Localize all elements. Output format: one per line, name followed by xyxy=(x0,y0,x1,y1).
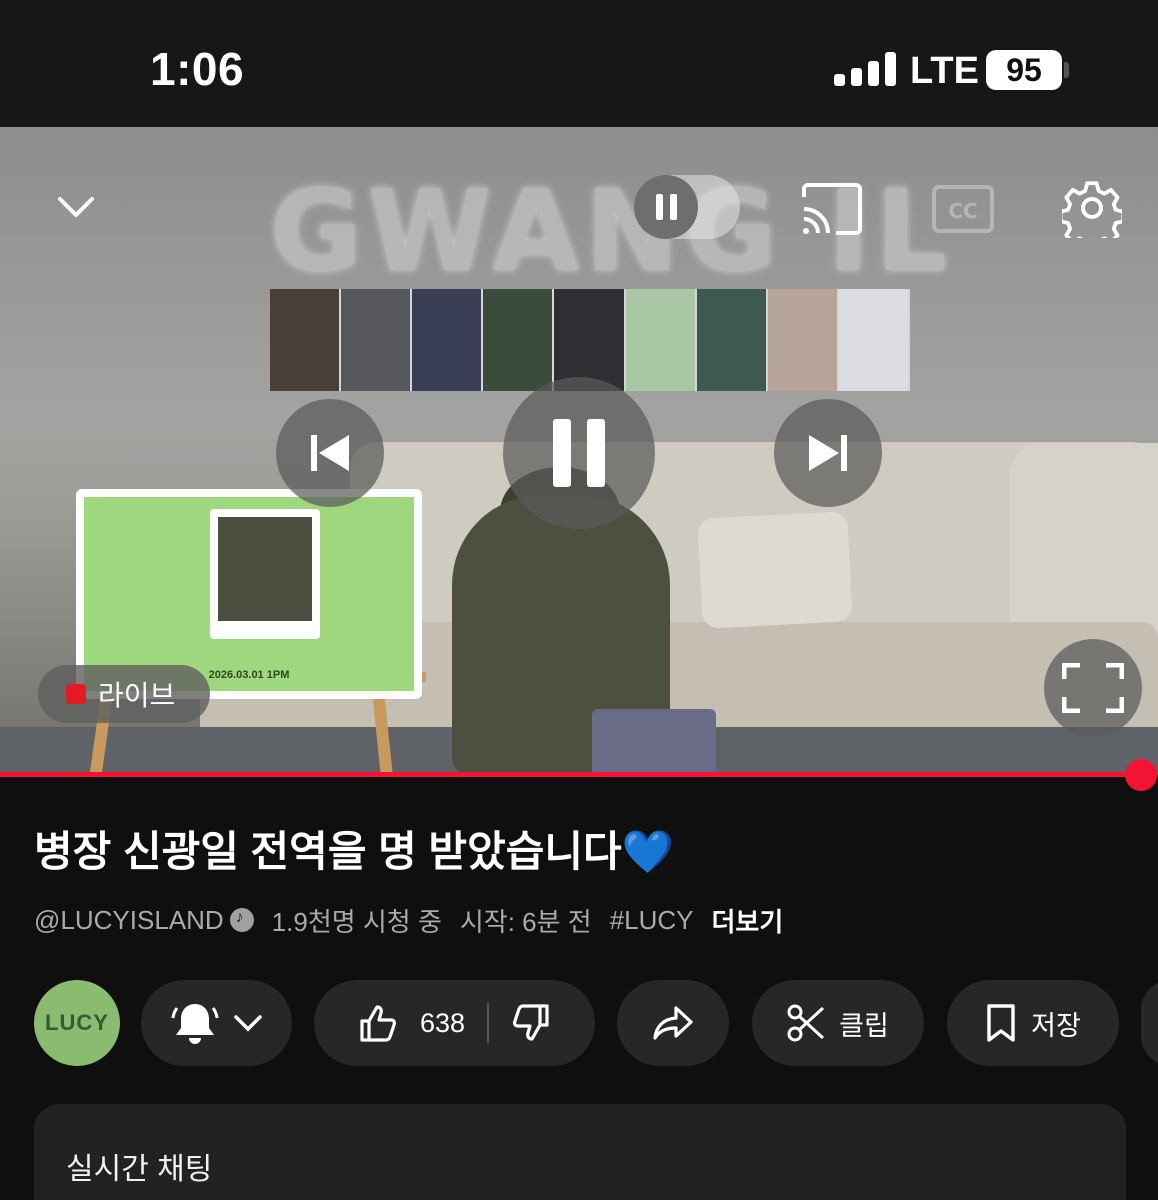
share-button[interactable] xyxy=(617,980,729,1066)
live-badge[interactable]: 라이브 xyxy=(38,665,210,723)
fullscreen-button[interactable] xyxy=(1044,639,1142,737)
previous-icon xyxy=(311,435,349,471)
live-label: 라이브 xyxy=(98,680,176,711)
pause-icon xyxy=(553,419,605,487)
svg-text:CC: CC xyxy=(948,199,977,223)
live-progress-bar[interactable] xyxy=(0,772,1142,777)
video-player[interactable]: GWANG IL 2026.03.01 1PM CC 라이브 xyxy=(0,127,1158,775)
autoplay-toggle[interactable] xyxy=(634,175,740,239)
live-chat-title: 실시간 채팅 xyxy=(66,1153,213,1186)
bell-icon xyxy=(171,1004,218,1044)
pause-toggle-icon xyxy=(634,175,698,239)
action-row: LUCY 638 클립 저장 xyxy=(0,980,1158,1066)
gear-icon[interactable] xyxy=(1062,178,1122,238)
bookmark-icon xyxy=(987,1004,1015,1042)
signal-icon xyxy=(834,52,896,86)
play-pause-button[interactable] xyxy=(503,377,655,529)
chevron-down-icon xyxy=(233,1015,262,1032)
scissors-icon xyxy=(787,1004,825,1042)
save-button[interactable]: 저장 xyxy=(947,980,1119,1066)
share-icon xyxy=(653,1006,693,1040)
more-actions-button[interactable] xyxy=(1141,980,1158,1066)
clip-button[interactable]: 클립 xyxy=(752,980,924,1066)
wall-photos xyxy=(270,289,910,391)
next-button[interactable] xyxy=(774,399,882,507)
live-chat-panel[interactable]: 실시간 채팅 xyxy=(34,1104,1126,1200)
save-label: 저장 xyxy=(1031,1010,1081,1041)
like-count: 638 xyxy=(419,1007,466,1038)
tablet xyxy=(592,709,716,775)
video-title[interactable]: 병장 신광일 전역을 명 받았습니다💙 xyxy=(34,818,674,879)
more-button[interactable]: 더보기 xyxy=(712,902,784,939)
live-dot-icon xyxy=(66,684,86,704)
start-time: 시작: 6분 전 xyxy=(459,907,592,937)
battery-tip xyxy=(1064,62,1069,78)
subscribe-notification-button[interactable] xyxy=(141,980,292,1066)
hashtag-link[interactable]: #LUCY xyxy=(610,905,694,936)
like-button[interactable]: 638 xyxy=(358,1003,465,1043)
status-time: 1:06 xyxy=(150,43,245,95)
verified-icon xyxy=(229,908,254,932)
cushion xyxy=(697,511,853,629)
channel-handle[interactable]: @LUCYISLAND xyxy=(34,905,254,936)
chevron-down-icon[interactable] xyxy=(54,185,98,229)
viewer-count: 1.9천명 시청 중 xyxy=(271,907,442,937)
like-dislike-group: 638 xyxy=(314,980,595,1066)
channel-avatar[interactable]: LUCY xyxy=(34,980,120,1066)
captions-icon[interactable]: CC xyxy=(932,185,994,233)
thumbs-down-icon[interactable] xyxy=(511,1003,551,1043)
network-label: LTE xyxy=(910,50,979,92)
video-meta[interactable]: @LUCYISLAND 1.9천명 시청 중 시작: 6분 전 #LUCY 더보… xyxy=(34,902,783,939)
progress-scrubber[interactable] xyxy=(1125,759,1157,791)
battery-icon: 95 xyxy=(986,50,1062,90)
status-bar: 1:06 LTE 95 xyxy=(0,0,1158,127)
fullscreen-icon xyxy=(1062,663,1124,713)
thumbs-up-icon xyxy=(360,1005,396,1042)
previous-button[interactable] xyxy=(276,399,384,507)
next-icon xyxy=(809,435,847,471)
clip-label: 클립 xyxy=(839,1010,889,1041)
cast-icon[interactable] xyxy=(800,183,864,235)
like-divider xyxy=(487,1003,490,1043)
